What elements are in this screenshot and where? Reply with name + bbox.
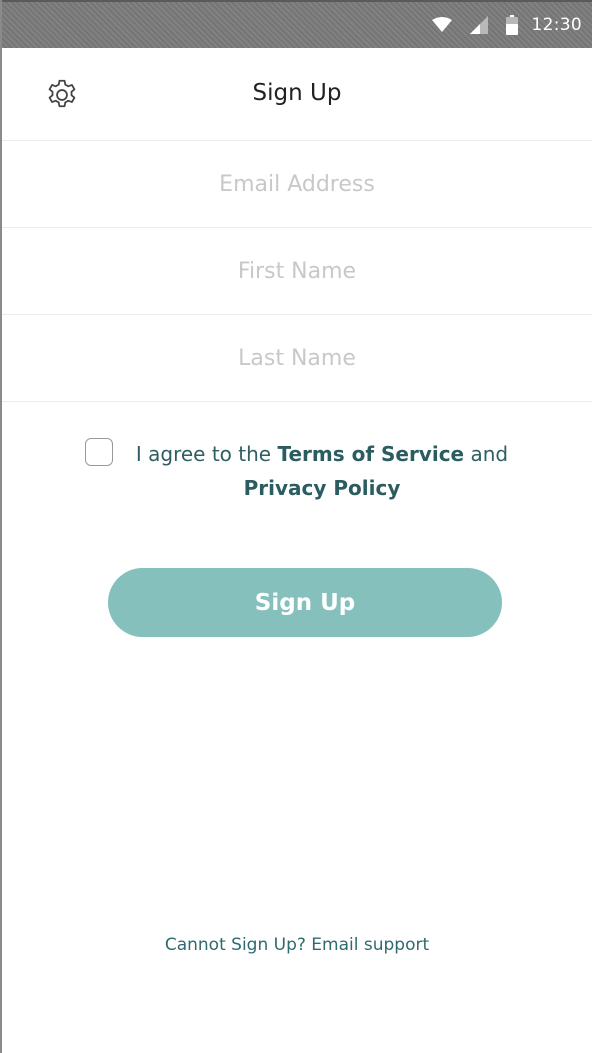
terms-agreement-text: I agree to the Terms of Service and Priva… [112,437,532,505]
agreement-prefix: I agree to the [135,442,278,466]
first-name-input[interactable] [2,228,592,314]
terms-of-service-link[interactable]: Terms of Service [277,442,464,466]
signal-icon [469,16,488,34]
email-field-row [2,141,592,228]
email-support-link[interactable]: Cannot Sign Up? Email support [2,935,592,955]
status-bar: 12:30 [2,0,592,48]
page-title: Sign Up [252,80,342,106]
privacy-policy-link[interactable]: Privacy Policy [244,476,401,500]
wifi-icon [431,17,452,33]
signup-screen: 12:30 Sign Up I agree to the Terms of Se… [0,0,592,1053]
last-name-field-row [2,315,592,402]
app-header: Sign Up [2,48,592,141]
email-input[interactable] [2,141,592,227]
first-name-field-row [2,228,592,315]
terms-checkbox[interactable] [85,438,113,466]
battery-icon [505,15,518,35]
sign-up-button[interactable]: Sign Up [108,568,502,637]
agreement-conjunction: and [464,442,509,466]
last-name-input[interactable] [2,315,592,401]
status-time: 12:30 [531,15,582,35]
